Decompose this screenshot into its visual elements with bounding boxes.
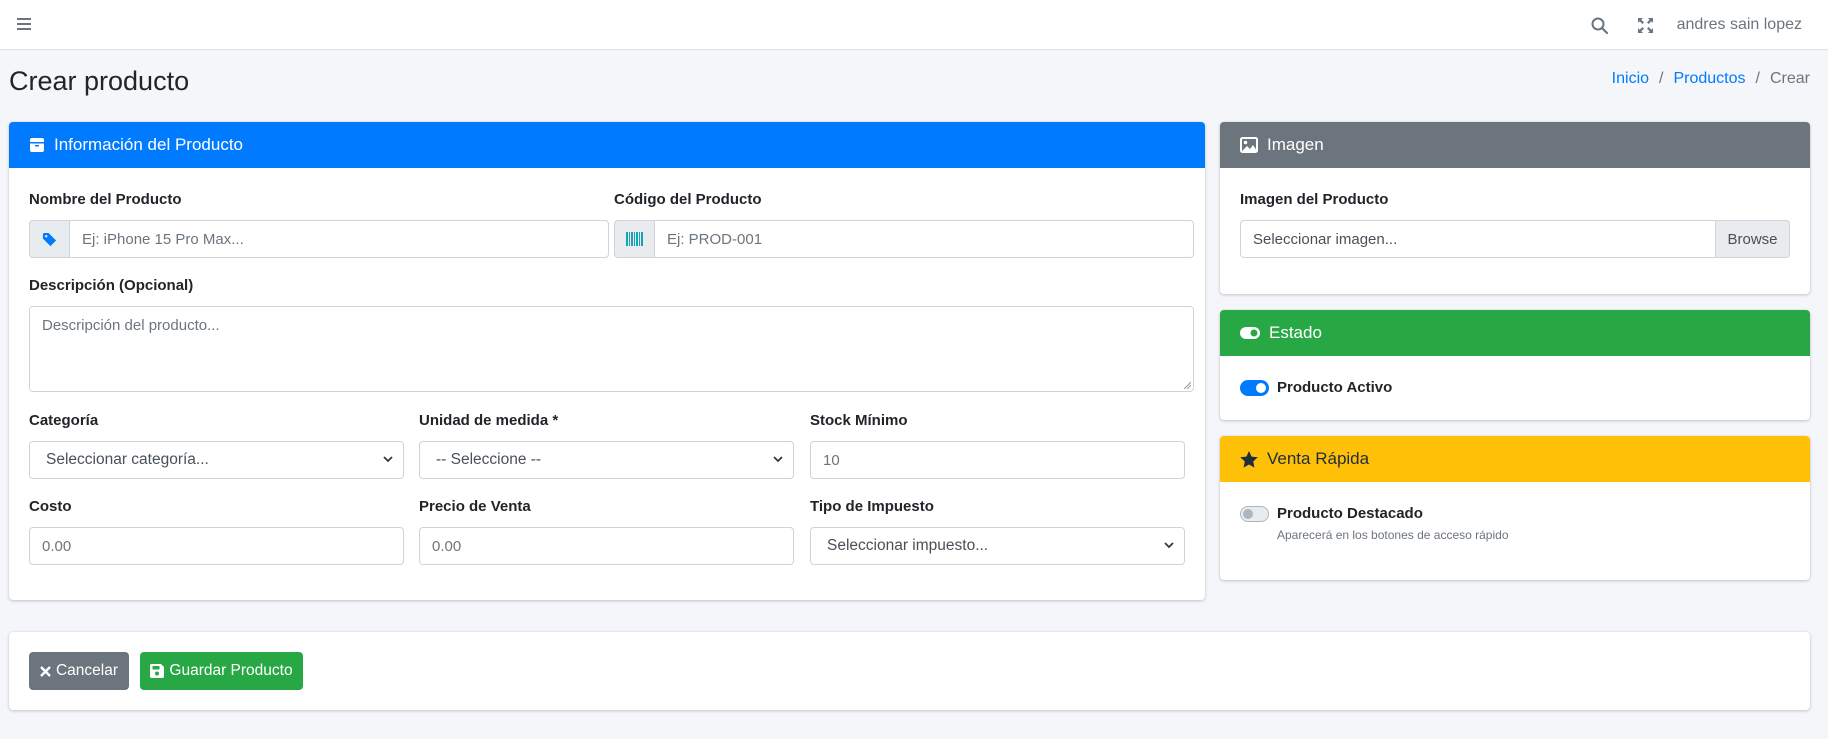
product-info-card: Información del Producto Nombre del Prod… [9, 122, 1205, 600]
tag-icon [29, 220, 69, 258]
image-card-title: Imagen [1267, 135, 1324, 154]
product-name-label: Nombre del Producto [29, 191, 182, 208]
quick-sale-header: Venta Rápida [1220, 436, 1810, 482]
product-code-label: Código del Producto [614, 191, 762, 208]
unit-value: -- Seleccione -- [436, 451, 542, 468]
cancel-label: Cancelar [55, 662, 119, 679]
featured-help-text: Aparecerá en los botones de acceso rápid… [1277, 528, 1509, 542]
quick-sale-body: Producto Destacado Aparecerá en los boto… [1220, 482, 1810, 580]
unit-select[interactable]: -- Seleccione -- [419, 441, 794, 479]
quick-sale-title: Venta Rápida [1267, 449, 1370, 468]
status-card: Estado Producto Activo [1220, 310, 1810, 420]
status-card-header: Estado [1220, 310, 1810, 356]
cost-label: Costo [29, 498, 72, 515]
category-value: Seleccionar categoría... [46, 451, 209, 468]
description-label: Descripción (Opcional) [29, 277, 194, 294]
breadcrumb-inicio[interactable]: Inicio [1612, 70, 1649, 88]
image-icon [1240, 137, 1258, 153]
product-info-body: Nombre del Producto Ej: iPhone 15 Pro Ma… [9, 168, 1205, 600]
file-input-placeholder: Seleccionar imagen... [1253, 230, 1398, 248]
product-info-title: Información del Producto [54, 135, 243, 154]
box-icon [30, 138, 44, 152]
save-product-button[interactable]: Guardar Producto [140, 652, 303, 690]
category-label: Categoría [29, 412, 99, 429]
toggle-on-icon [1240, 327, 1260, 339]
product-name-input[interactable]: Ej: iPhone 15 Pro Max... [69, 220, 609, 258]
description-textarea[interactable]: Descripción del producto... [29, 306, 1194, 392]
breadcrumb-separator: / [1755, 70, 1760, 87]
breadcrumb-crear: Crear [1769, 70, 1810, 87]
status-card-title: Estado [1269, 323, 1322, 342]
min-stock-label: Stock Mínimo [810, 412, 908, 429]
save-label: Guardar Producto [169, 662, 293, 679]
sale-price-label: Precio de Venta [419, 498, 531, 515]
product-info-header: Información del Producto [9, 122, 1205, 168]
resize-handle-icon[interactable] [1183, 381, 1191, 389]
unit-label: Unidad de medida * [419, 412, 559, 429]
chevron-down-icon [773, 456, 783, 463]
breadcrumb-separator: / [1659, 70, 1664, 87]
star-icon [1240, 450, 1258, 468]
tax-type-value: Seleccionar impuesto... [827, 537, 989, 554]
chevron-down-icon [1164, 542, 1174, 549]
image-card: Imagen Imagen del Producto Seleccionar i… [1220, 122, 1810, 294]
search-icon[interactable] [1577, 0, 1623, 50]
user-menu[interactable]: andres sain lopez [1677, 16, 1802, 34]
close-icon [40, 665, 51, 677]
image-card-header: Imagen [1220, 122, 1810, 168]
image-card-body: Imagen del Producto Seleccionar imagen..… [1220, 168, 1810, 294]
tax-type-select[interactable]: Seleccionar impuesto... [810, 527, 1185, 565]
sale-price-input[interactable]: 0.00 [419, 527, 794, 565]
active-toggle-label: Producto Activo [1277, 379, 1393, 396]
category-select[interactable]: Seleccionar categoría... [29, 441, 404, 479]
save-icon [150, 664, 165, 678]
product-code-input[interactable]: Ej: PROD-001 [654, 220, 1194, 258]
description-placeholder: Descripción del producto... [42, 317, 220, 334]
featured-toggle[interactable] [1240, 506, 1269, 522]
tax-type-label: Tipo de Impuesto [810, 498, 934, 515]
quick-sale-card: Venta Rápida Producto Destacado Aparecer… [1220, 436, 1810, 580]
breadcrumb-productos[interactable]: Productos [1673, 70, 1745, 88]
browse-button[interactable]: Browse [1715, 220, 1790, 258]
menu-toggle-icon[interactable] [14, 13, 36, 35]
breadcrumb: Inicio / Productos / Crear [1612, 70, 1810, 88]
navbar-right: andres sain lopez [1577, 0, 1802, 50]
status-card-body: Producto Activo [1220, 356, 1810, 420]
cancel-button[interactable]: Cancelar [29, 652, 129, 690]
fullscreen-expand-icon[interactable] [1623, 0, 1669, 50]
actions-card: Cancelar Guardar Producto [9, 632, 1810, 710]
chevron-down-icon [383, 456, 393, 463]
min-stock-input[interactable]: 10 [810, 441, 1185, 479]
top-navbar: andres sain lopez [0, 0, 1828, 50]
page-title: Crear producto [9, 66, 190, 96]
product-image-label: Imagen del Producto [1240, 191, 1389, 208]
file-input[interactable]: Seleccionar imagen... [1240, 220, 1790, 258]
cost-input[interactable]: 0.00 [29, 527, 404, 565]
featured-toggle-label: Producto Destacado [1277, 505, 1423, 522]
active-toggle[interactable] [1240, 380, 1269, 396]
barcode-icon [614, 220, 654, 258]
